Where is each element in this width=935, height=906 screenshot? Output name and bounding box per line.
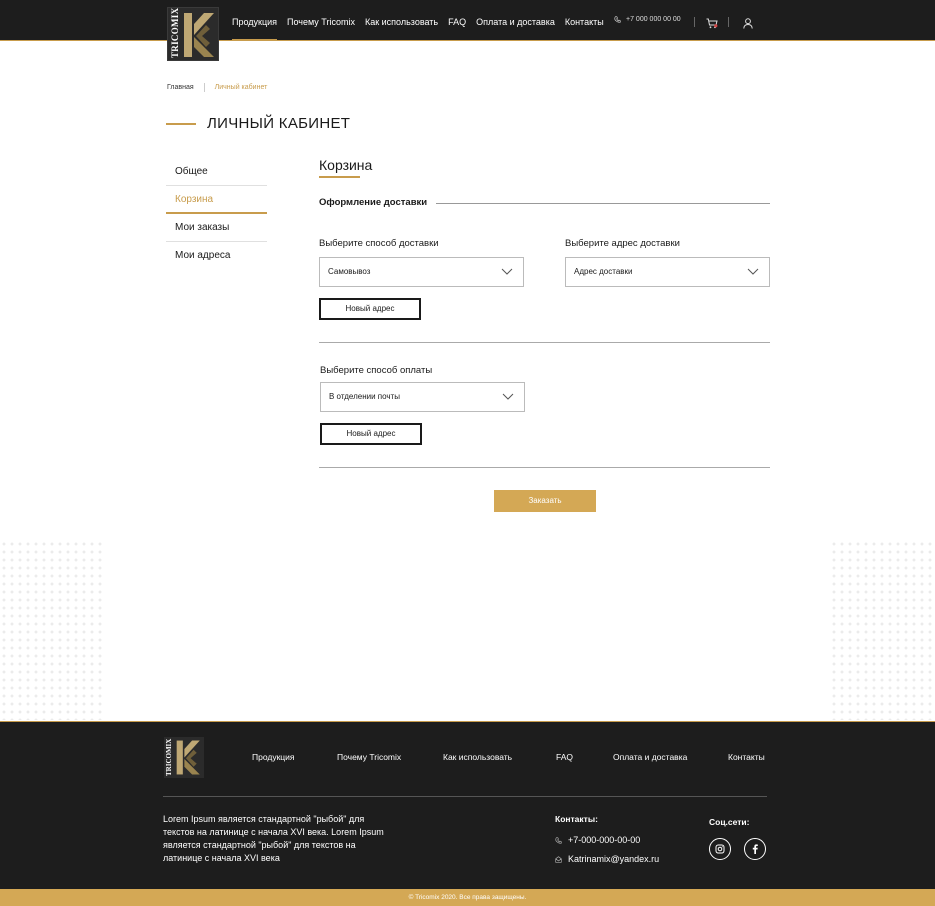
phone-icon (555, 836, 562, 844)
section-title: Корзина (319, 157, 373, 173)
subtitle-divider (436, 203, 770, 204)
section-title-accent (319, 176, 360, 178)
copyright-bar: © Tricomix 2020. Все права защищены. (0, 889, 935, 906)
payment-method-label: Выберите способ оплаты (320, 365, 433, 376)
mail-icon (555, 855, 562, 863)
payment-method-value: В отделении почты (329, 392, 400, 401)
page-title: ЛИЧНЫЙ КАБИНЕТ (207, 115, 351, 132)
footer-social-title: Соц.сети: (709, 817, 750, 827)
breadcrumb-home[interactable]: Главная (167, 84, 194, 91)
instagram-button[interactable] (709, 838, 731, 860)
new-address-button[interactable]: Новый адрес (319, 298, 421, 320)
payment-method-select[interactable]: В отделении почты (320, 382, 525, 412)
footer-nav-contacts[interactable]: Контакты (728, 752, 765, 762)
sidebar-item-general[interactable]: Общее (166, 158, 267, 186)
section-divider (319, 342, 770, 343)
breadcrumb: Главная Личный кабинет (167, 83, 267, 92)
footer-logo[interactable]: TRICOMIX (164, 737, 204, 778)
header-divider (694, 17, 695, 27)
new-address-button-payment[interactable]: Новый адрес (320, 423, 422, 445)
logo-text: TRICOMIX (170, 7, 180, 58)
chevron-down-icon (747, 268, 759, 275)
footer-nav-how-to-use[interactable]: Как использовать (443, 752, 512, 762)
nav-item-faq[interactable]: FAQ (448, 0, 466, 41)
decorative-dot-pattern (830, 540, 935, 720)
footer-nav-payment-delivery[interactable]: Оплата и доставка (613, 752, 687, 762)
nav-item-payment-delivery[interactable]: Оплата и доставка (476, 0, 555, 41)
logo-mark-icon (176, 740, 200, 775)
facebook-icon (752, 844, 758, 854)
section-divider (319, 467, 770, 468)
main-nav: Продукция Почему Tricomix Как использова… (232, 0, 614, 41)
nav-item-products[interactable]: Продукция (232, 0, 278, 41)
site-logo[interactable]: TRICOMIX (167, 7, 219, 61)
order-button[interactable]: Заказать (494, 490, 596, 512)
instagram-icon (715, 844, 725, 854)
footer-nav-why[interactable]: Почему Tricomix (337, 752, 401, 762)
logo-mark-icon (184, 13, 214, 57)
nav-item-how-to-use[interactable]: Как использовать (365, 0, 438, 41)
footer-phone-number: +7-000-000-00-00 (568, 835, 641, 845)
sidebar-item-cart[interactable]: Корзина (166, 186, 267, 214)
account-button[interactable] (743, 16, 753, 34)
header-divider (728, 17, 729, 27)
delivery-method-label: Выберите способ доставки (319, 238, 439, 249)
delivery-address-value: Адрес доставки (574, 267, 633, 276)
footer-divider (163, 796, 767, 797)
footer-email[interactable]: Katrinamix@yandex.ru (555, 854, 659, 864)
user-icon (743, 18, 753, 29)
chevron-down-icon (502, 393, 514, 400)
delivery-method-select[interactable]: Самовывоз (319, 257, 524, 287)
footer-contacts-title: Контакты: (555, 814, 598, 824)
footer-nav-products[interactable]: Продукция (252, 752, 295, 762)
footer-phone[interactable]: +7-000-000-00-00 (555, 835, 640, 845)
footer-nav-faq[interactable]: FAQ (556, 752, 573, 762)
account-sidebar: Общее Корзина Мои заказы Мои адреса (166, 158, 267, 270)
cart-button[interactable] (706, 16, 718, 34)
nav-item-contacts[interactable]: Контакты (565, 0, 604, 41)
footer-email-address: Katrinamix@yandex.ru (568, 854, 660, 864)
header-phone[interactable]: +7 000 000 00 00 (614, 16, 681, 23)
sidebar-item-my-orders[interactable]: Мои заказы (166, 214, 267, 242)
cart-icon (706, 18, 718, 29)
page-title-accent (166, 123, 196, 125)
site-header: Продукция Почему Tricomix Как использова… (0, 0, 935, 41)
decorative-dot-pattern (0, 540, 105, 720)
sidebar-item-my-addresses[interactable]: Мои адреса (166, 242, 267, 270)
header-phone-number: +7 000 000 00 00 (626, 16, 681, 23)
facebook-button[interactable] (744, 838, 766, 860)
nav-item-why[interactable]: Почему Tricomix (287, 0, 355, 41)
footer-logo-text: TRICOMIX (165, 738, 173, 776)
breadcrumb-current: Личный кабинет (214, 84, 268, 91)
phone-icon (614, 16, 621, 23)
delivery-method-value: Самовывоз (328, 267, 371, 276)
site-footer: TRICOMIX Продукция Почему Tricomix Как и… (0, 721, 935, 889)
delivery-address-label: Выберите адрес доставки (565, 238, 680, 249)
delivery-address-select[interactable]: Адрес доставки (565, 257, 770, 287)
chevron-down-icon (501, 268, 513, 275)
breadcrumb-separator (203, 83, 205, 92)
footer-description: Lorem Ipsum является стандартной "рыбой"… (163, 814, 384, 863)
delivery-subtitle: Оформление доставки (319, 197, 428, 208)
